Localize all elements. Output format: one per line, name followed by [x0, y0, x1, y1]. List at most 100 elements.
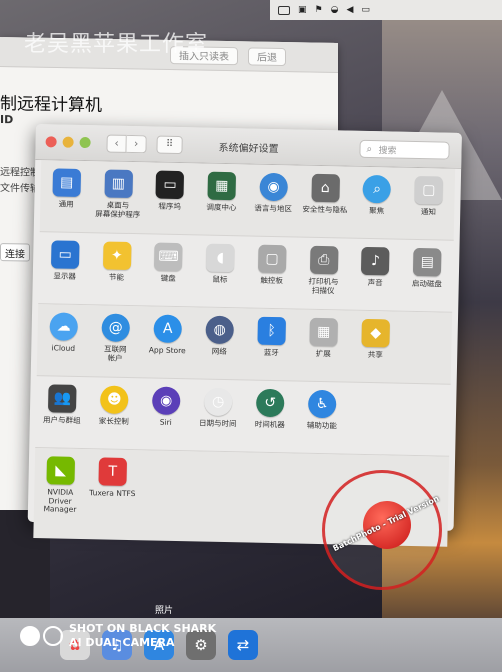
pane-extensions[interactable]: ▦ 扩展	[297, 317, 350, 360]
pane-label: Tuxera NTFS	[89, 488, 136, 499]
pane-displays[interactable]: ▭ 显示器	[39, 240, 92, 282]
pane-spotlight[interactable]: ⌕ 聚焦	[351, 174, 404, 217]
pane-row: 👥 用户与群组 ☻ 家长控制 ◉ Siri ◷ 日期与时间 ↺ 时间机器 ♿ 辅助功能	[35, 376, 451, 457]
pane-timemachine[interactable]: ↺ 时间机器	[244, 388, 297, 430]
keyboard-icon: ⌨	[154, 242, 183, 272]
pane-label: 安全性与隐私	[302, 204, 348, 215]
pane-language[interactable]: ◉ 语言与地区	[247, 172, 300, 214]
back-nav-button[interactable]: ‹	[106, 133, 127, 153]
display-icon[interactable]	[278, 5, 290, 15]
back-button[interactable]: 后退	[248, 46, 286, 66]
pane-appstore[interactable]: A App Store	[141, 314, 194, 356]
pane-label: 家长控制	[98, 416, 129, 427]
pane-mission[interactable]: ▦ 调度中心	[195, 171, 248, 213]
pane-label: NVIDIA Driver Manager	[43, 487, 77, 515]
battery-icon[interactable]: ▭	[361, 5, 370, 15]
pane-printers[interactable]: ⎙ 打印机与 扫描仪	[297, 245, 350, 296]
pane-network[interactable]: ◍ 网络	[193, 315, 246, 357]
energy-icon: ✦	[102, 241, 132, 271]
tuxera-icon: T	[98, 457, 128, 486]
pane-dock[interactable]: ▭ 程序坞	[144, 170, 197, 212]
chevron-right-icon: ›	[133, 137, 139, 151]
pane-label: 聚焦	[369, 205, 385, 216]
pane-sound[interactable]: ♪ 声音	[349, 246, 402, 289]
pane-label: 声音	[367, 277, 383, 288]
notifications-icon: ▢	[414, 175, 444, 205]
pane-accessibility[interactable]: ♿ 辅助功能	[296, 389, 349, 432]
flag-icon[interactable]: ⚑	[315, 5, 323, 15]
pane-bluetooth[interactable]: ᛒ 蓝牙	[245, 316, 298, 358]
pane-label: 语言与地区	[254, 203, 292, 214]
general-icon: ▤	[52, 168, 81, 197]
pane-label: 共享	[367, 349, 383, 360]
photos-label: 照片	[155, 606, 174, 616]
connect-button[interactable]: 连接	[0, 243, 30, 262]
wifi-icon[interactable]: ◒	[331, 5, 339, 15]
startup-icon: ▤	[413, 247, 442, 277]
pane-label: 辅助功能	[306, 420, 337, 431]
users-icon: 👥	[47, 384, 77, 413]
system-preferences-window: ‹ › ⠿ 系统偏好设置 ⌕ 搜索 ▤ 通用 ▥ 桌面与 屏幕保护程序 ▭ 程序坞 ▦ 调度中…	[27, 124, 462, 547]
pane-keyboard[interactable]: ⌨ 键盘	[142, 242, 195, 284]
pane-label: iCloud	[51, 343, 76, 353]
trial-watermark-badge: BatchPhoto - Trial Version	[322, 470, 442, 590]
pane-label: 调度中心	[206, 202, 237, 213]
pane-row: ☁ iCloud @ 互联网 帐户 A App Store ◍ 网络 ᛒ 蓝牙 ▦ 扩展 ◆ 共享	[36, 304, 453, 385]
dock-teamviewer-icon[interactable]: ⇄	[228, 630, 258, 660]
pane-parental[interactable]: ☻ 家长控制	[88, 385, 141, 427]
pane-security[interactable]: ⌂ 安全性与隐私	[299, 173, 352, 216]
timemachine-icon: ↺	[255, 388, 285, 418]
pane-label: 触控板	[260, 275, 283, 286]
search-field[interactable]: ⌕ 搜索	[359, 139, 450, 160]
pane-label: 日期与时间	[198, 418, 237, 429]
bluetooth-icon: ᛒ	[257, 316, 287, 346]
zoom-button[interactable]	[79, 136, 91, 149]
pane-label: 通用	[58, 199, 74, 209]
pane-tuxera[interactable]: T Tuxera NTFS	[86, 457, 139, 499]
parental-icon: ☻	[99, 385, 129, 414]
pane-label: 显示器	[53, 271, 77, 281]
mission-icon: ▦	[207, 171, 237, 201]
pane-desktop[interactable]: ▥ 桌面与 屏幕保护程序	[92, 169, 145, 219]
pane-sharing[interactable]: ◆ 共享	[349, 318, 402, 361]
pane-notifications[interactable]: ▢ 通知	[402, 175, 455, 218]
watermark-text: 老吴黑苹果工作室	[24, 32, 209, 57]
minimize-button[interactable]	[62, 136, 74, 148]
grid-icon: ⠿	[165, 138, 174, 150]
pane-label: App Store	[148, 345, 186, 356]
back-label: 后退	[257, 52, 277, 64]
sharing-icon: ◆	[361, 318, 390, 348]
pane-startup[interactable]: ▤ 启动磁盘	[401, 247, 454, 290]
pane-general[interactable]: ▤ 通用	[40, 168, 93, 210]
displays-icon: ▭	[50, 240, 80, 269]
pane-icloud[interactable]: ☁ iCloud	[37, 312, 90, 354]
trackpad-icon: ▢	[257, 244, 287, 274]
camera-line-2: AI DUAL CAMERA	[69, 635, 175, 649]
security-icon: ⌂	[311, 173, 340, 203]
back-window-title: 制远程计算机	[0, 94, 102, 116]
window-controls	[45, 136, 91, 149]
pane-siri[interactable]: ◉ Siri	[140, 386, 193, 428]
pane-label: 用户与群组	[42, 415, 81, 425]
pane-mouse[interactable]: ◖ 鼠标	[194, 243, 247, 285]
close-button[interactable]	[45, 136, 57, 148]
network-icon: ◍	[205, 315, 235, 345]
pane-label: 时间机器	[254, 419, 285, 430]
datetime-icon: ◷	[203, 387, 233, 417]
pane-label: 键盘	[160, 273, 176, 283]
show-all-button[interactable]: ⠿	[156, 135, 183, 154]
pane-internet[interactable]: @ 互联网 帐户	[89, 313, 142, 363]
forward-nav-button[interactable]: ›	[126, 134, 147, 153]
pane-label: 扩展	[315, 348, 331, 359]
menu-bar: ▣ ⚑ ◒ ◀ ▭	[270, 0, 502, 20]
pane-users[interactable]: 👥 用户与群组	[36, 384, 89, 426]
pane-energy[interactable]: ✦ 节能	[90, 241, 143, 283]
cast-icon[interactable]: ▣	[298, 5, 307, 15]
pane-label: 启动磁盘	[411, 278, 442, 289]
search-placeholder: 搜索	[378, 145, 397, 157]
pane-nvidia[interactable]: ◣ NVIDIA Driver Manager	[34, 456, 87, 515]
sound-icon: ♪	[361, 246, 390, 276]
pane-datetime[interactable]: ◷ 日期与时间	[192, 387, 245, 429]
pane-trackpad[interactable]: ▢ 触控板	[246, 244, 299, 286]
volume-icon[interactable]: ◀	[346, 5, 353, 15]
